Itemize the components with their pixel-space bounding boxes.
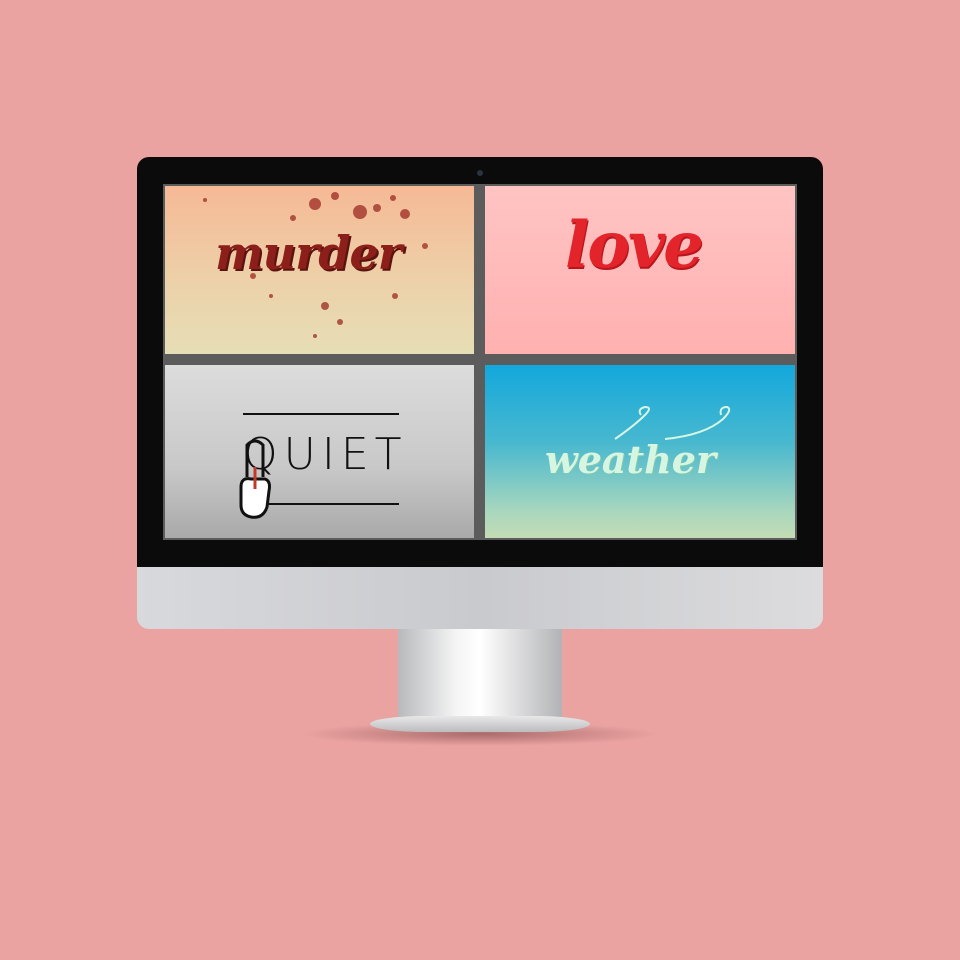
weather-title: weather — [545, 437, 716, 482]
tile-murder: murder — [165, 186, 474, 354]
murder-title: murder — [215, 226, 402, 280]
shush-hand-icon — [239, 439, 271, 519]
monitor-base — [370, 716, 590, 732]
love-title: love — [565, 208, 704, 283]
camera-icon — [477, 170, 483, 176]
monitor-chin — [137, 567, 823, 629]
tile-weather: weather — [485, 365, 795, 538]
tile-quiet: QUIET — [165, 365, 474, 538]
monitor-stand — [398, 629, 562, 725]
tile-love: love — [485, 186, 795, 354]
top-rule — [243, 413, 399, 415]
monitor-screen: murder love QUIET weather — [163, 184, 797, 540]
